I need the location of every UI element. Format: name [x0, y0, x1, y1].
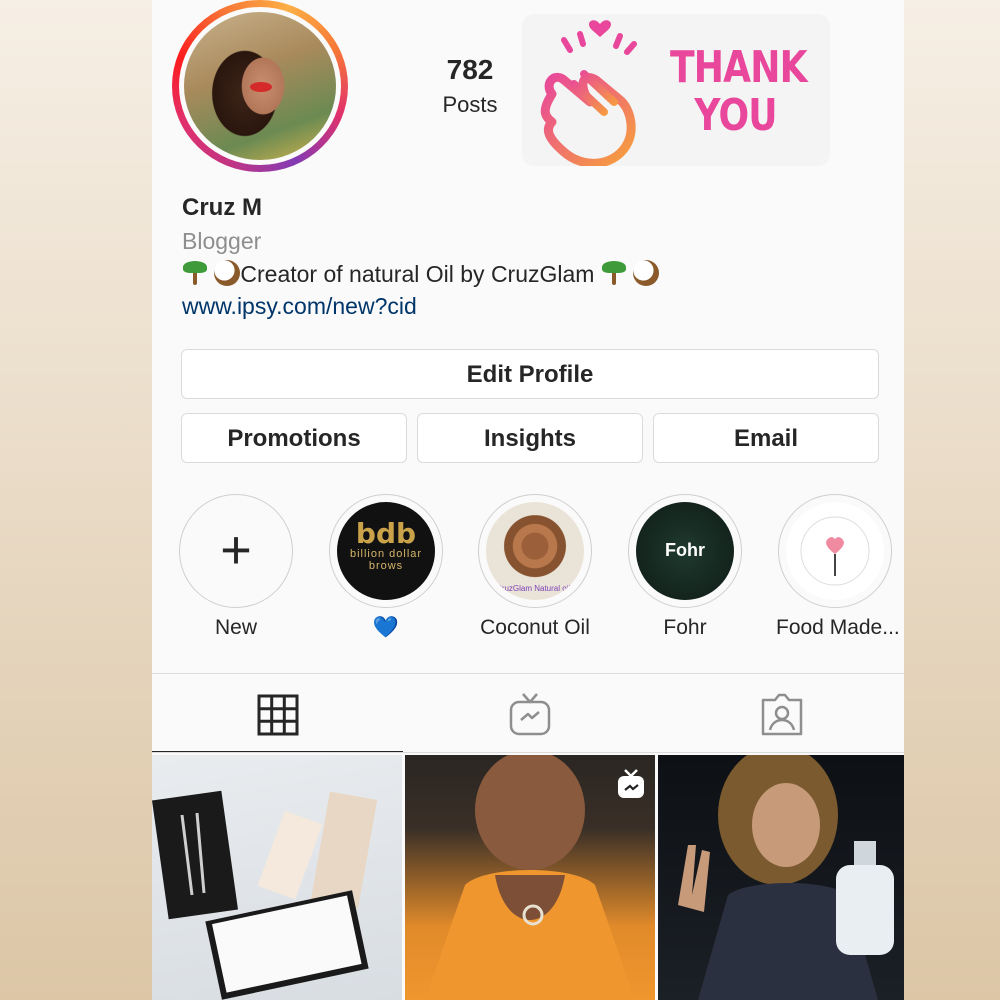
palm-tree-icon — [601, 260, 627, 286]
bdb-logo-cover: bdb billion dollar brows — [337, 502, 435, 600]
highlight-fohr[interactable]: Fohr Fohr — [626, 494, 744, 640]
tab-igtv[interactable] — [505, 690, 555, 740]
food-and-love-logo — [786, 502, 884, 600]
highlight-label: Fohr — [663, 616, 707, 639]
clapping-hands-icon — [540, 20, 637, 166]
grid-icon — [257, 694, 299, 736]
profile-bio: Creator of natural Oil by CruzGlam — [182, 260, 660, 288]
highlight-new[interactable]: + New — [177, 494, 295, 640]
email-button[interactable]: Email — [653, 413, 879, 463]
plus-icon: + — [220, 520, 252, 580]
coconut-icon — [633, 260, 660, 286]
tab-tagged[interactable] — [757, 690, 807, 740]
fohr-cover: Fohr — [636, 502, 734, 600]
tagged-icon — [761, 693, 803, 736]
coconut-icon — [214, 260, 241, 286]
highlight-food-made[interactable]: Food Made... — [776, 494, 900, 640]
highlight-label: Food Made... — [776, 616, 900, 639]
edit-profile-button[interactable]: Edit Profile — [181, 349, 879, 399]
profile-screen: 782 Posts THANK YOU Cruz M Blogger Creat… — [152, 0, 904, 1000]
post-thumbnail[interactable] — [152, 755, 402, 1000]
insights-button[interactable]: Insights — [417, 413, 643, 463]
post-thumbnail[interactable] — [658, 755, 904, 1000]
avatar-photo — [184, 12, 336, 160]
tab-grid[interactable] — [253, 690, 303, 740]
profile-name: Cruz M — [182, 194, 262, 221]
highlight-coconut-oil[interactable]: Coconut Oil — [476, 494, 594, 640]
thank-you-sticker: THANK YOU — [522, 14, 830, 166]
posts-count[interactable]: 782 — [410, 54, 530, 86]
post-thumbnail[interactable] — [405, 755, 655, 1000]
highlight-bdb[interactable]: bdb billion dollar brows 💙 — [327, 494, 445, 640]
highlight-label: 💙 — [372, 616, 400, 639]
igtv-icon — [509, 693, 551, 736]
highlight-label: Coconut Oil — [480, 616, 590, 639]
peace-sign-photo — [678, 755, 894, 1000]
coconut-cover — [486, 502, 584, 600]
posts-label[interactable]: Posts — [410, 92, 530, 118]
profile-website-link[interactable]: www.ipsy.com/new?cid — [182, 293, 417, 320]
profile-avatar[interactable] — [172, 0, 348, 172]
thank-you-text: THANK YOU — [670, 42, 808, 141]
palm-tree-icon — [182, 260, 208, 286]
promotions-button[interactable]: Promotions — [181, 413, 407, 463]
brush-set-photo — [152, 790, 378, 1000]
profile-category: Blogger — [182, 228, 262, 254]
highlight-label: New — [214, 616, 257, 639]
bio-text: Creator of natural Oil by CruzGlam — [240, 261, 595, 287]
igtv-badge-icon — [617, 769, 645, 799]
